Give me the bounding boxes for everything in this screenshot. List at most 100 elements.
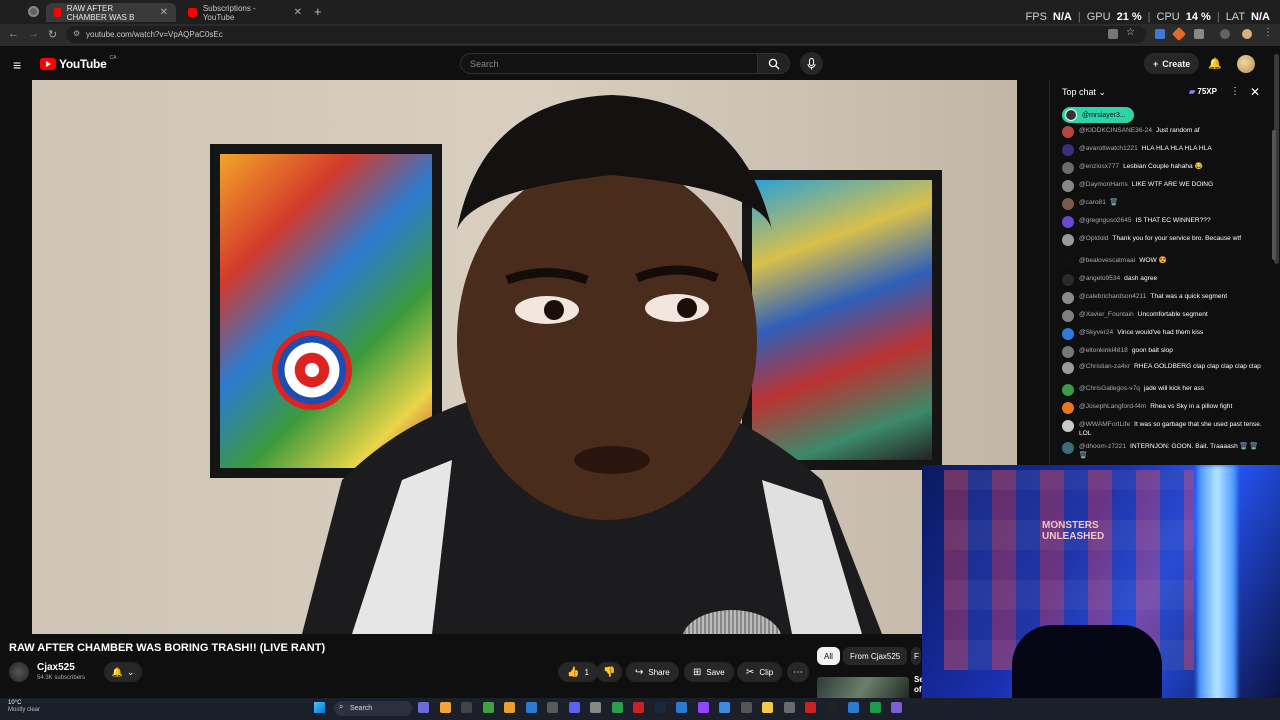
tab-close-icon[interactable]: ✕ <box>294 7 302 18</box>
chat-scrollbar[interactable] <box>1272 130 1276 260</box>
chat-username[interactable]: @Xavier_Fountain <box>1079 311 1134 318</box>
chat-username[interactable]: @WWAMFortLife <box>1079 421 1130 428</box>
chat-avatar[interactable] <box>1062 292 1074 304</box>
chat-message[interactable]: @Xavier_Fountain Uncomfortable segment <box>1062 310 1262 322</box>
xp-badge[interactable]: ▰ 75XP <box>1189 87 1217 96</box>
chat-username[interactable]: @dhoom-z7221 <box>1079 443 1126 450</box>
search-button[interactable] <box>758 53 790 74</box>
chat-username[interactable]: @Christian-za4xr <box>1079 363 1130 370</box>
chat-message[interactable]: @angelo9534 dash agree <box>1062 274 1262 286</box>
new-tab-button[interactable]: + <box>314 4 322 19</box>
chat-message[interactable]: @dhoom-z7221 INTERNJON: GOON. Bait. Traaa… <box>1062 442 1262 460</box>
video-player[interactable] <box>32 80 1017 634</box>
extensions-puzzle-icon[interactable] <box>1194 29 1204 39</box>
notifications-bell-icon[interactable]: 🔔 <box>1208 57 1222 70</box>
menu-hamburger-icon[interactable]: ≡ <box>13 57 21 73</box>
chat-message[interactable]: @Christian-za4xr RHEA GOLDBERG clap clap … <box>1062 362 1262 374</box>
chat-message[interactable]: @bealovescatmaal WOW 😍 <box>1062 256 1262 268</box>
download-icon[interactable] <box>1220 29 1230 39</box>
create-button[interactable]: + Create <box>1144 53 1200 74</box>
chat-username[interactable]: @JosephLangford-f4m <box>1079 403 1146 410</box>
terminal-icon[interactable] <box>461 702 472 713</box>
chat-message[interactable]: @KIDDKCINSANE36-24 Just random af <box>1062 126 1262 138</box>
chat-avatar[interactable] <box>1062 126 1074 138</box>
chip-more[interactable]: F <box>911 647 921 665</box>
account-avatar[interactable] <box>1237 55 1255 73</box>
chat-avatar[interactable] <box>1062 384 1074 396</box>
youtube-logo[interactable]: YouTube CA <box>40 55 116 71</box>
folder-icon[interactable] <box>762 702 773 713</box>
windows-start-icon[interactable] <box>314 702 325 713</box>
chat-username[interactable]: @avarottwatch1221 <box>1079 145 1138 152</box>
chat-username[interactable]: @caro81 <box>1079 199 1106 206</box>
address-bar[interactable]: ⚙ youtube.com/watch?v=VpAQPaC0sEc <box>66 26 1146 43</box>
game-icon[interactable] <box>826 702 838 713</box>
chat-avatar[interactable] <box>1062 274 1074 286</box>
chat-message[interactable]: @WWAMFortLife It was so garbage that she … <box>1062 420 1262 438</box>
top-chat-dropdown[interactable]: Top chat ⌄ <box>1062 87 1106 98</box>
chat-avatar[interactable] <box>1062 310 1074 322</box>
reload-icon[interactable]: ↻ <box>48 28 57 41</box>
chat-message[interactable]: @eltonkinkl4818 goon bait slop <box>1062 346 1262 358</box>
chat-message[interactable]: @enziosx777 Lesbian Couple hahaha 😂 <box>1062 162 1262 174</box>
search-input[interactable]: Search <box>460 53 758 74</box>
chat-avatar[interactable] <box>1062 442 1074 454</box>
voice-search-button[interactable] <box>800 52 823 75</box>
taskbar-search[interactable]: ⌕ Search <box>334 701 412 716</box>
vpn-icon[interactable] <box>719 702 730 713</box>
chip-all[interactable]: All <box>817 647 840 665</box>
channel-name[interactable]: Cjax525 <box>37 662 75 673</box>
chat-username[interactable]: @angelo9534 <box>1079 275 1120 282</box>
chat-message[interactable]: @calebrichardson4211 That was a quick seg… <box>1062 292 1262 304</box>
chat-avatar[interactable] <box>1062 144 1074 156</box>
chat-avatar[interactable] <box>1062 162 1074 174</box>
chat-avatar[interactable] <box>1062 216 1074 228</box>
chat-username[interactable]: @bealovescatmaal <box>1079 257 1135 264</box>
more-actions-button[interactable]: ⋯ <box>787 662 809 682</box>
clip-button[interactable]: ✂ Clip <box>737 662 783 682</box>
chat-avatar[interactable] <box>1062 420 1074 432</box>
chat-message[interactable]: @DaymonHarris LIKE WTF ARE WE DOING <box>1062 180 1262 192</box>
steam-icon[interactable] <box>654 702 666 713</box>
chat-avatar[interactable] <box>1062 180 1074 192</box>
browser-tab-active[interactable]: RAW AFTER CHAMBER WAS B ✕ <box>46 3 176 22</box>
edge-icon[interactable] <box>676 702 687 713</box>
chat-more-icon[interactable]: ⋮ <box>1230 86 1240 97</box>
bookmark-star-icon[interactable]: ☆ <box>1126 27 1136 38</box>
save-button[interactable]: ⊞ Save <box>684 662 734 682</box>
like-button[interactable]: 👍 1 <box>558 662 598 682</box>
chat-avatar[interactable] <box>1062 256 1074 268</box>
chrome-icon[interactable] <box>504 702 515 713</box>
chat-username[interactable]: @Opldold <box>1079 235 1108 242</box>
chat-avatar[interactable] <box>1062 198 1074 210</box>
chat-message[interactable]: @Opldold Thank you for your service bro. … <box>1062 234 1262 246</box>
chat-avatar[interactable] <box>1062 234 1074 246</box>
discord-icon[interactable] <box>568 702 580 713</box>
calculator-icon[interactable] <box>740 702 752 713</box>
twitch-icon[interactable] <box>697 702 709 713</box>
chat-message[interactable]: @caro81 🗑️ <box>1062 198 1262 210</box>
snip-icon[interactable] <box>547 702 558 713</box>
chat-username[interactable]: @eltonkinkl4818 <box>1079 347 1128 354</box>
tab-close-icon[interactable]: ✕ <box>160 7 168 18</box>
chat-username[interactable]: @DaymonHarris <box>1079 181 1128 188</box>
chat-avatar[interactable] <box>1062 328 1074 340</box>
nvidia-icon[interactable] <box>482 702 494 713</box>
obs-icon[interactable] <box>590 702 601 713</box>
media-icon[interactable] <box>805 702 816 713</box>
chat-avatar[interactable] <box>1062 402 1074 414</box>
teams-icon[interactable] <box>418 702 429 713</box>
chat-message[interactable]: @Skyver24 Vince would've had them kiss <box>1062 328 1262 340</box>
chat-username[interactable]: @KIDDKCINSANE36-24 <box>1079 127 1152 134</box>
file-explorer-icon[interactable] <box>439 702 451 713</box>
profile-avatar-icon[interactable] <box>1242 29 1252 39</box>
chat-message[interactable]: @avarottwatch1221 HLA HLA HLA HLA HLA <box>1062 144 1262 156</box>
forward-icon[interactable]: → <box>28 28 39 40</box>
browser-profile-icon[interactable] <box>28 6 39 17</box>
weather-widget[interactable]: 10°C Mostly clear <box>8 700 40 714</box>
dislike-button[interactable]: 👎 <box>596 662 623 682</box>
chat-username[interactable]: @calebrichardson4211 <box>1079 293 1146 300</box>
chat-avatar[interactable] <box>1062 362 1074 374</box>
back-icon[interactable]: ← <box>8 28 19 40</box>
chat-message[interactable]: @JosephLangford-f4m Rhea vs Sky in a pill… <box>1062 402 1262 414</box>
